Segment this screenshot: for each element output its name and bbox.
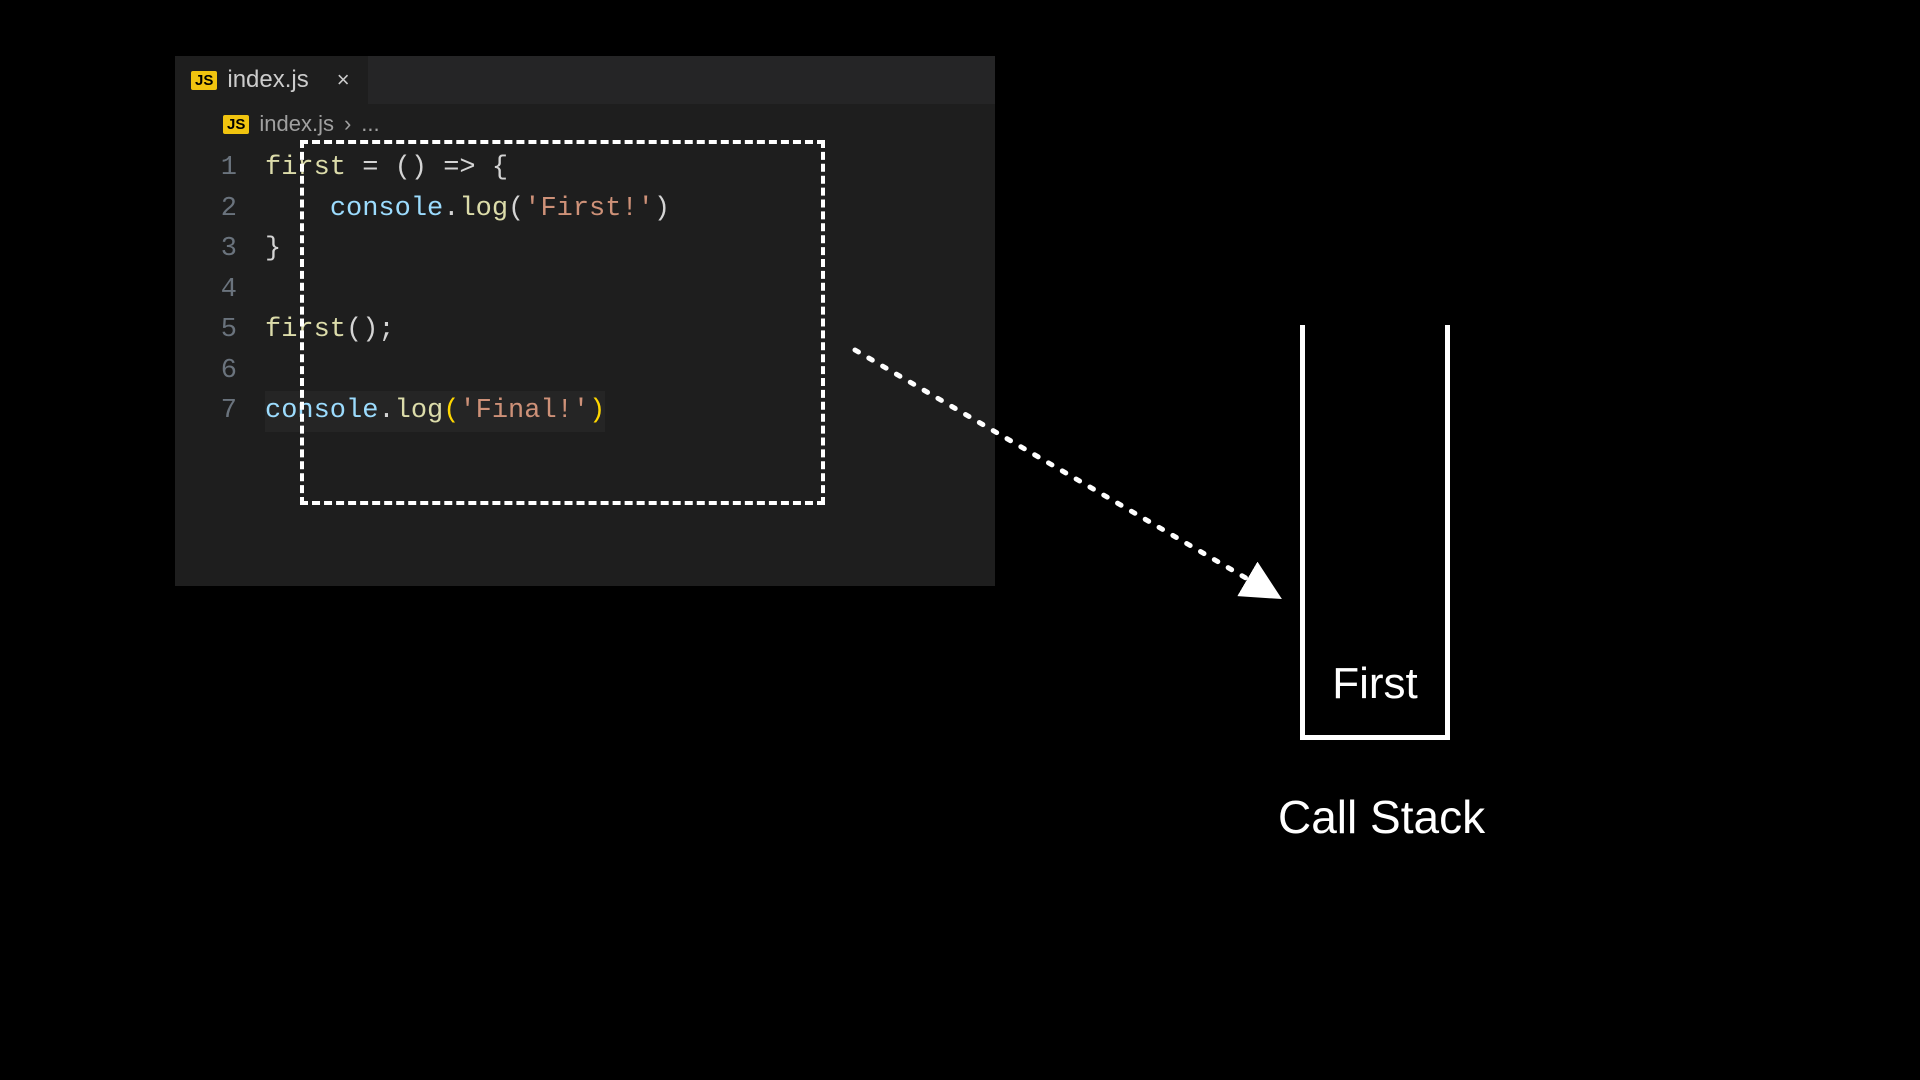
breadcrumb[interactable]: JS index.js › ... [175, 104, 995, 144]
line-content: } [265, 229, 281, 270]
chevron-right-icon: › [344, 111, 351, 137]
line-content: console.log('First!') [265, 189, 670, 230]
line-content [265, 270, 281, 311]
call-stack-label: Call Stack [1278, 790, 1485, 844]
js-lang-icon: JS [223, 115, 249, 134]
code-line[interactable]: 2 console.log('First!') [203, 189, 995, 230]
close-icon[interactable]: × [319, 67, 350, 93]
line-number: 4 [203, 270, 265, 311]
code-line[interactable]: 5first(); [203, 310, 995, 351]
code-line[interactable]: 1first = () => { [203, 148, 995, 189]
line-number: 7 [203, 391, 265, 432]
line-number: 6 [203, 351, 265, 392]
code-line[interactable]: 6 [203, 351, 995, 392]
tab-filename: index.js [227, 66, 308, 94]
line-number: 3 [203, 229, 265, 270]
code-area[interactable]: 1first = () => {2 console.log('First!')3… [175, 144, 995, 432]
breadcrumb-tail: ... [361, 111, 379, 137]
code-line[interactable]: 3} [203, 229, 995, 270]
line-number: 5 [203, 310, 265, 351]
tab-bar: JS index.js × [175, 56, 995, 104]
call-stack-container: First [1300, 325, 1450, 740]
code-line[interactable]: 4 [203, 270, 995, 311]
line-content [265, 351, 281, 392]
breadcrumb-file: index.js [259, 111, 334, 137]
line-number: 1 [203, 148, 265, 189]
line-content: first = () => { [265, 148, 508, 189]
js-lang-icon: JS [191, 71, 217, 90]
call-stack-frame: First [1332, 649, 1418, 735]
line-content: console.log('Final!') [265, 391, 605, 432]
code-editor-panel: JS index.js × JS index.js › ... 1first =… [175, 56, 995, 586]
tab-index-js[interactable]: JS index.js × [175, 56, 368, 104]
line-number: 2 [203, 189, 265, 230]
code-line[interactable]: 7console.log('Final!') [203, 391, 995, 432]
line-content: first(); [265, 310, 395, 351]
